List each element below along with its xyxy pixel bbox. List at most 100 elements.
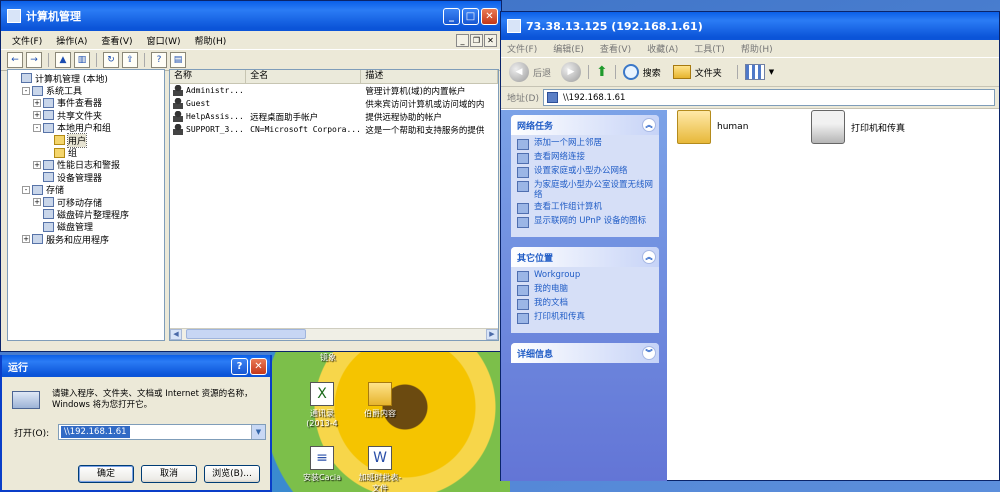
open-combobox[interactable]: \\192.168.1.61 ▼ xyxy=(58,424,266,440)
tree-node[interactable]: + 事件查看器 xyxy=(8,97,164,109)
share-item-human[interactable]: human xyxy=(677,110,748,144)
menu-file[interactable]: 文件(F) xyxy=(507,42,553,55)
tree-node[interactable]: 磁盘碎片整理程序 xyxy=(8,208,164,221)
desktop-icon-excel[interactable]: X 通讯录 (2013-4 xyxy=(292,382,352,428)
desktop-icon-installer[interactable]: ≡ 安装Cacia xyxy=(292,446,352,483)
collapse-icon[interactable]: - xyxy=(33,123,41,132)
table-row[interactable]: Guest 供来宾访问计算机或访问域的内 xyxy=(170,97,498,110)
menu-help[interactable]: 帮助(H) xyxy=(741,42,789,55)
run-close-button[interactable]: ✕ xyxy=(250,357,267,375)
scroll-thumb[interactable] xyxy=(186,329,306,339)
search-button-label[interactable]: 搜索 xyxy=(643,66,661,79)
tree-node[interactable]: + 可移动存储 xyxy=(8,196,164,209)
menu-view[interactable]: 查看(V) xyxy=(94,34,139,47)
cancel-button[interactable]: 取消 xyxy=(141,465,197,483)
collapse-icon[interactable]: - xyxy=(22,86,30,95)
back-button-label[interactable]: 后退 xyxy=(533,66,551,79)
address-value[interactable]: \\192.168.1.61 xyxy=(563,93,626,103)
child-close-button[interactable]: ✕ xyxy=(484,33,497,47)
forward-arrow-icon[interactable]: → xyxy=(26,52,42,68)
export-list-icon[interactable]: ⇪ xyxy=(122,52,138,68)
tree-node[interactable]: + 服务和应用程序 xyxy=(8,233,164,246)
desktop-icon-folder[interactable]: 伯爵内容 xyxy=(350,382,410,419)
share-item-printers[interactable]: 打印机和传真 xyxy=(811,110,905,144)
tree-node[interactable]: 组 xyxy=(8,146,164,159)
table-row[interactable]: SUPPORT_3... CN=Microsoft Corpora... 这是一个帮… xyxy=(170,123,498,136)
details-header[interactable]: 详细信息 ︾ xyxy=(511,343,659,363)
horizontal-scrollbar[interactable]: ◀ ▶ xyxy=(170,328,498,340)
menu-view[interactable]: 查看(V) xyxy=(600,42,647,55)
menu-file[interactable]: 文件(F) xyxy=(5,34,49,47)
task-link[interactable]: 设置家庭或小型办公网络 xyxy=(517,166,655,178)
network-tasks-header[interactable]: 网络任务 ︽ xyxy=(511,115,659,135)
close-button[interactable]: ✕ xyxy=(481,7,498,25)
views-icon[interactable] xyxy=(744,64,765,80)
ok-button[interactable]: 确定 xyxy=(78,465,134,483)
back-icon[interactable]: ◀ xyxy=(509,62,529,82)
expand-icon[interactable]: ︾ xyxy=(642,346,656,360)
chevron-down-icon[interactable]: ▼ xyxy=(769,68,774,76)
table-row[interactable]: Administr... 管理计算机(域)的内置帐户 xyxy=(170,84,498,97)
task-link[interactable]: 打印机和传真 xyxy=(517,312,655,324)
menu-tools[interactable]: 工具(T) xyxy=(694,42,741,55)
tree-node[interactable]: - 系统工具 xyxy=(8,84,164,97)
task-link[interactable]: 为家庭或小型办公室设置无线网络 xyxy=(517,180,655,200)
task-link[interactable]: 查看工作组计算机 xyxy=(517,202,655,214)
scroll-left-arrow-icon[interactable]: ◀ xyxy=(170,329,182,340)
search-icon[interactable] xyxy=(622,64,639,80)
collapse-icon[interactable]: ︽ xyxy=(642,118,656,132)
chevron-down-icon[interactable]: ▼ xyxy=(251,425,265,439)
task-link[interactable]: 我的电脑 xyxy=(517,284,655,296)
menu-help[interactable]: 帮助(H) xyxy=(188,34,234,47)
collapse-icon[interactable]: ︽ xyxy=(642,250,656,264)
up-folder-icon[interactable]: ▲ xyxy=(55,52,71,68)
column-header-fullname[interactable]: 全名 xyxy=(246,70,362,83)
menu-favorites[interactable]: 收藏(A) xyxy=(647,42,694,55)
task-link[interactable]: 添加一个网上邻居 xyxy=(517,138,655,150)
tree-node[interactable]: 计算机管理 (本地) xyxy=(8,72,164,85)
collapse-icon[interactable]: - xyxy=(22,185,30,194)
show-tree-icon[interactable]: ▥ xyxy=(74,52,90,68)
tree-node[interactable]: + 性能日志和警报 xyxy=(8,159,164,171)
task-link[interactable]: 显示联网的 UPnP 设备的图标 xyxy=(517,216,655,228)
explorer-title-bar[interactable]: 73.38.13.125 (192.168.1.61) xyxy=(501,12,999,40)
tree-node[interactable]: 设备管理器 xyxy=(8,171,164,184)
maximize-button[interactable]: □ xyxy=(462,7,479,25)
open-input-value[interactable]: \\192.168.1.61 xyxy=(61,426,130,438)
expand-icon[interactable]: + xyxy=(33,98,41,107)
column-header-name[interactable]: 名称 xyxy=(170,70,247,83)
expand-icon[interactable]: + xyxy=(33,198,41,207)
menu-action[interactable]: 操作(A) xyxy=(49,34,94,47)
task-link[interactable]: Workgroup xyxy=(517,270,655,282)
title-bar[interactable]: 计算机管理 _ □ ✕ xyxy=(1,1,501,31)
folders-button-label[interactable]: 文件夹 xyxy=(695,66,722,79)
expand-icon[interactable]: + xyxy=(22,235,30,244)
scroll-right-arrow-icon[interactable]: ▶ xyxy=(486,329,498,340)
address-input[interactable]: \\192.168.1.61 xyxy=(542,89,995,106)
help-button[interactable]: ? xyxy=(231,357,248,375)
run-title-bar[interactable]: 运行 ? ✕ xyxy=(2,355,270,377)
menu-window[interactable]: 窗口(W) xyxy=(140,34,188,47)
browse-button[interactable]: 浏览(B)... xyxy=(204,465,260,483)
expand-icon[interactable]: + xyxy=(33,111,41,120)
column-header-description[interactable]: 描述 xyxy=(361,70,498,83)
table-row[interactable]: HelpAssis... 远程桌面助手帐户 提供远程协助的帐户 xyxy=(170,110,498,123)
child-restore-button[interactable]: ❐ xyxy=(470,33,483,47)
desktop-icon-word[interactable]: W 加班时批表- 文件 xyxy=(350,446,410,492)
refresh-icon[interactable]: ↻ xyxy=(103,52,119,68)
back-arrow-icon[interactable]: ← xyxy=(7,52,23,68)
help-icon[interactable]: ? xyxy=(151,52,167,68)
expand-icon[interactable]: + xyxy=(33,160,41,169)
tree-node[interactable]: 用户 xyxy=(8,132,164,148)
properties-icon[interactable]: ▤ xyxy=(170,52,186,68)
tree-node[interactable]: 磁盘管理 xyxy=(8,221,164,233)
tree-node[interactable]: - 本地用户和组 xyxy=(8,122,164,134)
tree-node[interactable]: + 共享文件夹 xyxy=(8,109,164,122)
minimize-button[interactable]: _ xyxy=(443,7,460,25)
menu-edit[interactable]: 编辑(E) xyxy=(553,42,600,55)
task-link[interactable]: 查看网络连接 xyxy=(517,152,655,164)
task-link[interactable]: 我的文档 xyxy=(517,298,655,310)
other-places-header[interactable]: 其它位置 ︽ xyxy=(511,247,659,267)
up-folder-icon[interactable]: ⬆ xyxy=(596,64,608,80)
forward-icon[interactable]: ▶ xyxy=(561,62,582,82)
